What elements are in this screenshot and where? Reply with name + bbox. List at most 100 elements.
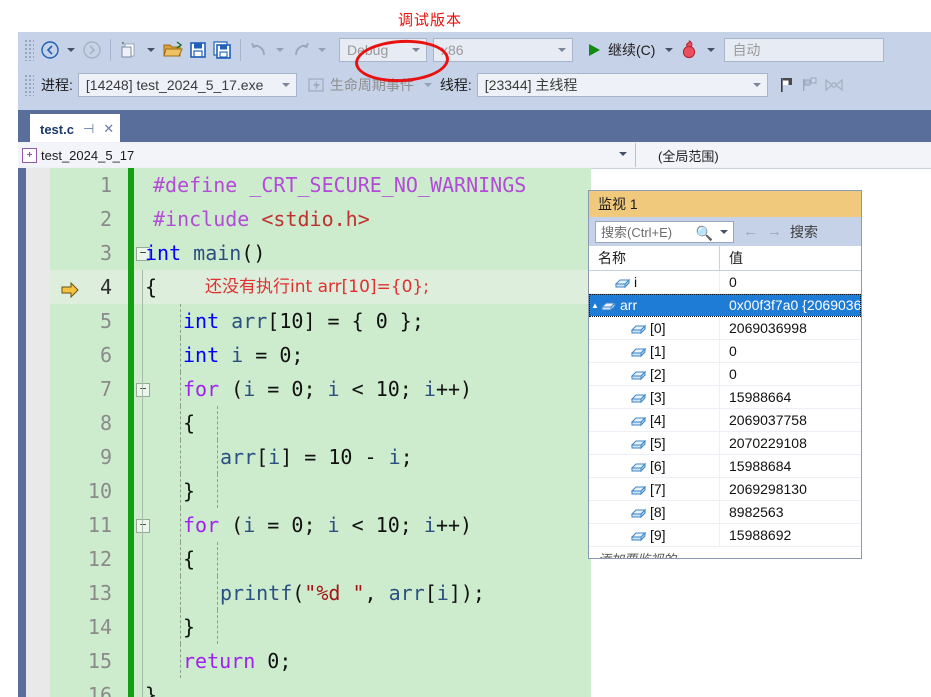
watch-variable-value[interactable]: 2069298130 bbox=[720, 481, 861, 497]
watch-row[interactable]: [0] 2069036998 bbox=[589, 317, 861, 340]
navigate-forward-button[interactable] bbox=[80, 37, 104, 63]
tab-test-c[interactable]: test.c ⊣ ✕ bbox=[30, 114, 121, 142]
watch-variable-value[interactable]: 0 bbox=[720, 366, 861, 382]
fish-button[interactable] bbox=[822, 72, 846, 98]
navigate-backward-button[interactable] bbox=[38, 37, 62, 63]
watch-variable-value[interactable]: 2070229108 bbox=[720, 435, 861, 451]
watch-row-name-cell: [7] bbox=[589, 478, 720, 500]
save-all-button[interactable] bbox=[210, 37, 234, 63]
watch-row[interactable]: [5] 2070229108 bbox=[589, 432, 861, 455]
watch-variable-value[interactable]: 0 bbox=[720, 343, 861, 359]
code-line[interactable]: 16} bbox=[50, 678, 591, 697]
redo-caret-icon[interactable] bbox=[318, 48, 326, 52]
changed-line-indicator bbox=[128, 474, 134, 508]
watch-row[interactable]: ▲ arr 0x00f3f7a0 {2069036 bbox=[589, 294, 861, 317]
editor-breakpoint-margin[interactable] bbox=[26, 168, 50, 697]
watch-window[interactable]: 监视 1 搜索(Ctrl+E) 🔍 ← → 搜索 名称 值 i 0 ▲ arr 0x00… bbox=[588, 190, 862, 559]
code-line[interactable]: 12 { bbox=[50, 542, 591, 576]
hot-reload-caret-icon[interactable] bbox=[707, 48, 716, 52]
lifecycle-caret-icon[interactable] bbox=[423, 83, 432, 87]
hot-reload-button[interactable] bbox=[678, 37, 702, 63]
chevron-down-icon[interactable] bbox=[720, 229, 728, 234]
watch-rows[interactable]: i 0 ▲ arr 0x00f3f7a0 {2069036 [0] 2069036998 [1… bbox=[589, 271, 861, 547]
code-line[interactable]: 14} bbox=[50, 610, 591, 644]
code-line[interactable]: 5 int arr[10] = { 0 }; bbox=[50, 304, 591, 338]
new-item-button[interactable] bbox=[117, 37, 142, 63]
column-header-name[interactable]: 名称 bbox=[589, 246, 720, 270]
code-editor[interactable]: 1 #define _CRT_SECURE_NO_WARNINGS 2 #includ… bbox=[18, 168, 591, 697]
left-arrow-icon[interactable]: ← bbox=[743, 223, 758, 240]
magnifier-icon[interactable]: 🔍 bbox=[696, 225, 713, 242]
indent-guide bbox=[180, 440, 181, 474]
watch-row[interactable]: [9] 15988692 bbox=[589, 524, 861, 547]
pin-icon[interactable]: ⊣ bbox=[83, 121, 94, 137]
chevron-down-icon bbox=[281, 83, 290, 87]
code-line[interactable]: 9 arr[i] = 10 - i; bbox=[50, 440, 591, 474]
watch-variable-value[interactable]: 2069037758 bbox=[720, 412, 861, 428]
column-header-value[interactable]: 值 bbox=[720, 246, 861, 270]
lifecycle-events-button[interactable] bbox=[305, 72, 327, 98]
watch-search-box[interactable]: 搜索(Ctrl+E) 🔍 bbox=[595, 220, 734, 243]
save-button[interactable] bbox=[186, 37, 210, 63]
solution-platform-dropdown[interactable]: x86 bbox=[433, 38, 573, 62]
watch-variable-value[interactable]: 2069036998 bbox=[720, 320, 861, 336]
flag-icon bbox=[780, 78, 792, 92]
undo-button[interactable] bbox=[247, 37, 271, 63]
watch-variable-value[interactable]: 15988692 bbox=[720, 527, 861, 543]
code-line[interactable]: 1 #define _CRT_SECURE_NO_WARNINGS bbox=[50, 168, 591, 202]
expander-triangle-icon[interactable]: ▲ bbox=[589, 301, 601, 310]
watch-row-name-cell: [6] bbox=[589, 455, 720, 477]
code-line[interactable]: 8{ bbox=[50, 406, 591, 440]
code-line[interactable]: 3− int main() bbox=[50, 236, 591, 270]
code-line[interactable]: 6 int i = 0; bbox=[50, 338, 591, 372]
code-line[interactable]: 13 printf("%d ", arr[i]); bbox=[50, 576, 591, 610]
code-line[interactable]: 7 − for (i = 0; i < 10; i++) bbox=[50, 372, 591, 406]
right-arrow-icon[interactable]: → bbox=[767, 223, 782, 240]
fold-toggle[interactable]: − bbox=[136, 383, 150, 397]
code-line[interactable]: 10} bbox=[50, 474, 591, 508]
watch-add-row[interactable]: 添加要监视的.. bbox=[589, 547, 861, 559]
code-line[interactable]: 4 {还没有执行int arr[10]={0}; bbox=[50, 270, 591, 304]
back-dropdown-caret-icon[interactable] bbox=[67, 48, 75, 52]
code-text: int i = 0; bbox=[183, 343, 304, 367]
watch-row[interactable]: [7] 2069298130 bbox=[589, 478, 861, 501]
watch-row[interactable]: [6] 15988684 bbox=[589, 455, 861, 478]
solution-configuration-value: Debug bbox=[347, 42, 389, 58]
stack-frame-button[interactable] bbox=[799, 72, 822, 98]
variable-cube-icon bbox=[630, 506, 647, 519]
indent-guide bbox=[217, 542, 218, 576]
watch-row[interactable]: i0 bbox=[589, 271, 861, 294]
project-dropdown[interactable]: + test_2024_5_17 bbox=[18, 143, 636, 167]
fold-toggle[interactable]: − bbox=[136, 519, 150, 533]
debug-target-dropdown[interactable]: 自动 bbox=[724, 38, 885, 62]
new-item-caret-icon[interactable] bbox=[147, 48, 155, 52]
watch-variable-value[interactable]: 15988664 bbox=[720, 389, 861, 405]
watch-variable-value[interactable]: 15988684 bbox=[720, 458, 861, 474]
watch-row[interactable]: [8] 8982563 bbox=[589, 501, 861, 524]
scope-dropdown[interactable]: (全局范围) bbox=[636, 143, 931, 167]
continue-button[interactable] bbox=[583, 37, 605, 63]
process-dropdown[interactable]: [14248] test_2024_5_17.exe bbox=[77, 73, 297, 97]
code-line[interactable]: 15 return 0; bbox=[50, 644, 591, 678]
debug-toolbar-grip[interactable] bbox=[24, 74, 34, 96]
watch-variable-value[interactable]: 0 bbox=[720, 274, 861, 290]
watch-variable-value[interactable]: 0x00f3f7a0 {2069036 bbox=[720, 297, 861, 313]
close-icon[interactable]: ✕ bbox=[103, 121, 114, 137]
open-file-button[interactable] bbox=[160, 37, 186, 63]
continue-caret-icon[interactable] bbox=[665, 48, 674, 52]
flag-button[interactable] bbox=[776, 72, 799, 98]
code-line[interactable]: 2 #include <stdio.h> bbox=[50, 202, 591, 236]
code-line[interactable]: 11 − for (i = 0; i < 10; i++) bbox=[50, 508, 591, 542]
undo-caret-icon[interactable] bbox=[276, 48, 284, 52]
redo-button[interactable] bbox=[289, 37, 313, 63]
watch-variable-value[interactable]: 8982563 bbox=[720, 504, 861, 520]
line-number: 10 bbox=[87, 479, 112, 503]
code-lines[interactable]: 1 #define _CRT_SECURE_NO_WARNINGS 2 #includ… bbox=[50, 168, 591, 697]
watch-row[interactable]: [3] 15988664 bbox=[589, 386, 861, 409]
watch-row[interactable]: [1] 0 bbox=[589, 340, 861, 363]
thread-dropdown[interactable]: [23344] 主线程 bbox=[476, 73, 768, 97]
toolbar-grip[interactable] bbox=[24, 39, 34, 61]
watch-row[interactable]: [2] 0 bbox=[589, 363, 861, 386]
watch-row[interactable]: [4] 2069037758 bbox=[589, 409, 861, 432]
solution-configuration-dropdown[interactable]: Debug bbox=[339, 38, 427, 62]
